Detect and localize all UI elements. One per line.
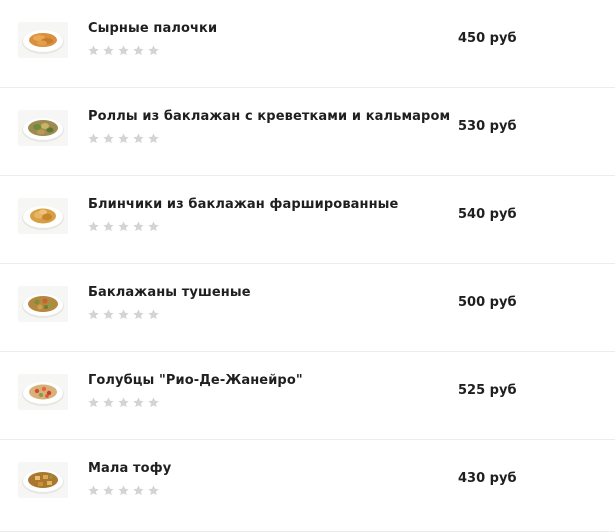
star-icon[interactable] (87, 484, 100, 497)
star-icon[interactable] (102, 44, 115, 57)
star-icon[interactable] (117, 484, 130, 497)
item-price: 500 руб (458, 295, 517, 310)
star-icon[interactable] (87, 132, 100, 145)
menu-item[interactable]: Мала тофу 430 руб (0, 440, 615, 532)
star-icon[interactable] (147, 396, 160, 409)
eggplant-pancakes-dish-photo[interactable] (18, 198, 68, 234)
cheese-sticks-dish-photo[interactable] (18, 22, 68, 58)
star-rating[interactable] (87, 484, 160, 497)
star-icon[interactable] (87, 220, 100, 233)
item-name[interactable]: Баклажаны тушеные (88, 285, 251, 300)
star-icon[interactable] (147, 220, 160, 233)
item-name[interactable]: Голубцы "Рио-Де-Жанейро" (88, 373, 303, 388)
star-icon[interactable] (147, 132, 160, 145)
star-rating[interactable] (87, 44, 160, 57)
star-icon[interactable] (117, 396, 130, 409)
item-name[interactable]: Блинчики из баклажан фаршированные (88, 197, 398, 212)
star-icon[interactable] (102, 484, 115, 497)
star-icon[interactable] (117, 132, 130, 145)
mala-tofu-dish-photo[interactable] (18, 462, 68, 498)
star-icon[interactable] (117, 308, 130, 321)
star-icon[interactable] (87, 396, 100, 409)
star-icon[interactable] (147, 484, 160, 497)
star-icon[interactable] (132, 220, 145, 233)
item-name[interactable]: Сырные палочки (88, 21, 217, 36)
star-rating[interactable] (87, 308, 160, 321)
menu-item[interactable]: Роллы из баклажан с креветками и кальмар… (0, 88, 615, 176)
star-icon[interactable] (117, 220, 130, 233)
star-icon[interactable] (87, 44, 100, 57)
menu-item[interactable]: Сырные палочки 450 руб (0, 0, 615, 88)
item-price: 450 руб (458, 31, 517, 46)
menu-item[interactable]: Голубцы "Рио-Де-Жанейро" 525 руб (0, 352, 615, 440)
item-price: 525 руб (458, 383, 517, 398)
item-price: 530 руб (458, 119, 517, 134)
star-icon[interactable] (132, 308, 145, 321)
star-icon[interactable] (117, 44, 130, 57)
star-icon[interactable] (132, 396, 145, 409)
star-icon[interactable] (102, 308, 115, 321)
menu-item[interactable]: Баклажаны тушеные 500 руб (0, 264, 615, 352)
star-icon[interactable] (87, 308, 100, 321)
star-icon[interactable] (147, 308, 160, 321)
star-icon[interactable] (132, 484, 145, 497)
star-icon[interactable] (102, 132, 115, 145)
menu-item[interactable]: Блинчики из баклажан фаршированные 540 р… (0, 176, 615, 264)
stewed-eggplant-dish-photo[interactable] (18, 286, 68, 322)
item-name[interactable]: Мала тофу (88, 461, 171, 476)
item-price: 430 руб (458, 471, 517, 486)
item-price: 540 руб (458, 207, 517, 222)
cabbage-rolls-dish-photo[interactable] (18, 374, 68, 410)
star-rating[interactable] (87, 132, 160, 145)
eggplant-rolls-dish-photo[interactable] (18, 110, 68, 146)
star-icon[interactable] (132, 44, 145, 57)
star-icon[interactable] (132, 132, 145, 145)
star-rating[interactable] (87, 396, 160, 409)
star-rating[interactable] (87, 220, 160, 233)
item-name[interactable]: Роллы из баклажан с креветками и кальмар… (88, 109, 450, 124)
star-icon[interactable] (102, 220, 115, 233)
menu-list: Сырные палочки 450 руб Роллы из баклажан… (0, 0, 615, 532)
star-icon[interactable] (102, 396, 115, 409)
star-icon[interactable] (147, 44, 160, 57)
